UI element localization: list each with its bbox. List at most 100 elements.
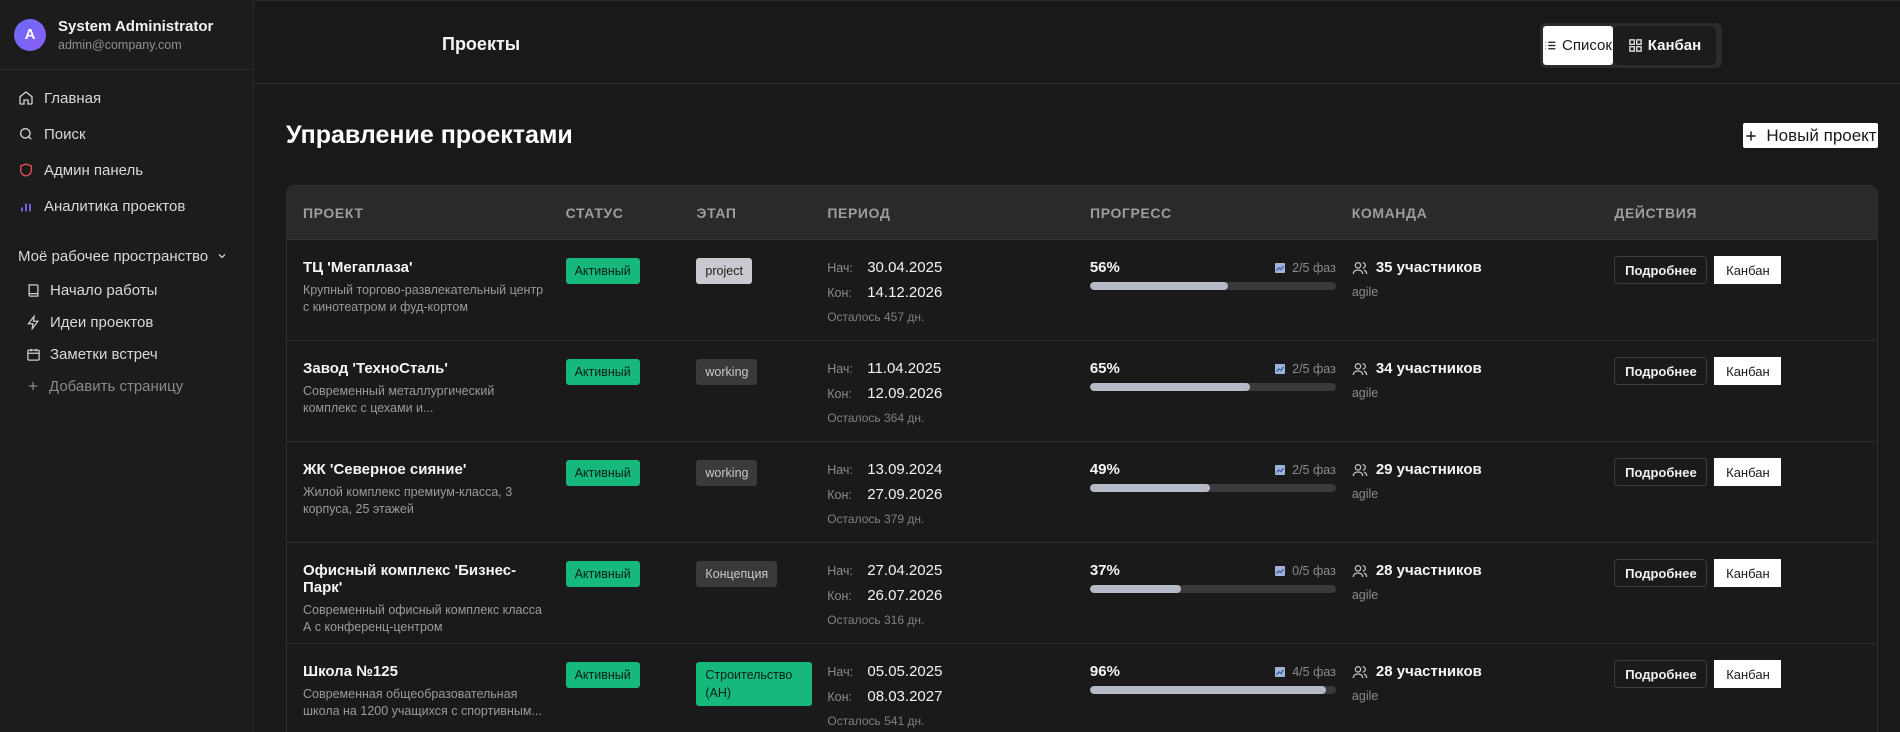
nav-item-search[interactable]: Поиск <box>0 116 253 152</box>
team-methodology: agile <box>1351 487 1379 501</box>
end-label: Кон: <box>827 488 852 502</box>
add-page-button[interactable]: Добавить страницу <box>0 370 253 402</box>
user-name: System Administrator <box>58 17 214 35</box>
user-email: admin@company.com <box>58 37 182 52</box>
top-bar: Проекты Список Канбан <box>254 0 1900 84</box>
nav-item-label: Главная <box>44 89 102 107</box>
stage-badge: working <box>696 460 758 486</box>
project-name[interactable]: Завод 'ТехноСталь' <box>303 360 550 377</box>
period-cell: Нач: 11.04.2025 Кон: 12.09.2026 Осталось… <box>811 341 1074 441</box>
column-header-period[interactable]: ПЕРИОД <box>811 205 1074 221</box>
team-methodology: agile <box>1351 588 1379 602</box>
stage-badge: Строительство (АН) <box>696 662 813 706</box>
kanban-view-button[interactable]: Канбан <box>1613 26 1716 65</box>
row-kanban-button[interactable]: Канбан <box>1714 256 1782 284</box>
stage-cell: project <box>680 240 811 340</box>
nav-item-admin[interactable]: Админ панель <box>0 152 253 188</box>
main-nav: Главная Поиск Админ панель Аналитика про… <box>0 70 253 224</box>
table-row[interactable]: Офисный комплекс 'Бизнес-Парк' Современн… <box>287 543 1877 644</box>
progress-cell: 65% 2/5 фаз <box>1074 341 1336 441</box>
row-kanban-button[interactable]: Канбан <box>1714 458 1782 486</box>
trend-chart-icon <box>1275 363 1286 374</box>
phase-count: 2/5 фаз <box>1274 261 1336 275</box>
row-kanban-button[interactable]: Канбан <box>1714 357 1782 385</box>
column-header-progress[interactable]: ПРОГРЕСС <box>1074 205 1336 221</box>
project-cell: Школа №125 Современная общеобразовательн… <box>287 644 550 732</box>
calendar-icon <box>27 348 40 361</box>
add-page-label: Добавить страницу <box>49 377 184 395</box>
team-methodology: agile <box>1351 386 1379 400</box>
team-count: 34 участников <box>1375 360 1482 377</box>
table-row[interactable]: ЖК 'Северное сияние' Жилой комплекс прем… <box>287 442 1877 543</box>
project-cell: ТЦ 'Мегаплаза' Крупный торгово-развлекат… <box>287 240 550 340</box>
details-button[interactable]: Подробнее <box>1614 256 1708 284</box>
nav-item-label: Аналитика проектов <box>44 197 186 215</box>
phase-count-text: 2/5 фаз <box>1292 260 1336 275</box>
table-header: ПРОЕКТ СТАТУС ЭТАП ПЕРИОД ПРОГРЕСС КОМАН… <box>287 186 1877 240</box>
nav-item-analytics[interactable]: Аналитика проектов <box>0 188 253 224</box>
row-kanban-button[interactable]: Канбан <box>1714 559 1782 587</box>
new-project-button[interactable]: Новый проект <box>1743 123 1878 148</box>
workspace-title: Моё рабочее пространство <box>18 247 209 265</box>
team-cell: 28 участников agile <box>1336 543 1599 643</box>
days-remaining: Осталось 364 дн. <box>827 411 925 425</box>
project-name[interactable]: Офисный комплекс 'Бизнес-Парк' <box>303 562 550 596</box>
project-name[interactable]: Школа №125 <box>303 663 550 680</box>
project-name[interactable]: ТЦ 'Мегаплаза' <box>303 259 550 276</box>
details-button[interactable]: Подробнее <box>1614 559 1708 587</box>
plus-icon <box>28 381 38 391</box>
shield-icon <box>20 163 32 177</box>
table-row[interactable]: Завод 'ТехноСталь' Современный металлург… <box>287 341 1877 442</box>
column-header-status[interactable]: СТАТУС <box>550 205 681 221</box>
search-icon <box>20 128 32 140</box>
workspace-item-getting-started[interactable]: Начало работы <box>0 274 253 306</box>
table-row[interactable]: Школа №125 Современная общеобразовательн… <box>287 644 1877 732</box>
project-name[interactable]: ЖК 'Северное сияние' <box>303 461 550 478</box>
actions-cell: Подробнее Канбан <box>1598 341 1877 441</box>
status-cell: Активный <box>550 543 681 643</box>
workspace-header[interactable]: Моё рабочее пространство <box>0 238 253 274</box>
progress-bar <box>1089 383 1336 391</box>
nav-item-label: Поиск <box>44 125 86 143</box>
user-profile[interactable]: A System Administrator admin@company.com <box>0 0 253 70</box>
nav-item-home[interactable]: Главная <box>0 80 253 116</box>
stage-cell: Строительство (АН) <box>680 644 813 732</box>
end-date: 14.12.2026 <box>867 284 943 301</box>
details-button[interactable]: Подробнее <box>1614 458 1708 486</box>
team-methodology: agile <box>1351 689 1379 703</box>
status-badge: Активный <box>565 258 640 284</box>
progress-bar-fill <box>1089 585 1181 593</box>
start-date: 13.09.2024 <box>867 461 943 478</box>
list-view-label: Список <box>1562 37 1612 54</box>
stage-cell: Концепция <box>680 543 811 643</box>
progress-bar-fill <box>1089 686 1327 694</box>
column-header-project[interactable]: ПРОЕКТ <box>287 205 550 221</box>
list-view-button[interactable]: Список <box>1543 26 1613 65</box>
details-button[interactable]: Подробнее <box>1614 357 1708 385</box>
start-date: 30.04.2025 <box>867 259 943 276</box>
users-icon <box>1352 564 1368 577</box>
table-row[interactable]: ТЦ 'Мегаплаза' Крупный торгово-развлекат… <box>287 240 1877 341</box>
chevron-down-icon <box>218 254 226 259</box>
row-kanban-button[interactable]: Канбан <box>1714 660 1782 688</box>
column-header-team[interactable]: КОМАНДА <box>1336 205 1599 221</box>
end-date: 27.09.2026 <box>867 486 943 503</box>
new-project-label: Новый проект <box>1766 125 1877 145</box>
status-cell: Активный <box>550 341 681 441</box>
start-date: 11.04.2025 <box>867 360 942 377</box>
end-label: Кон: <box>827 690 852 704</box>
progress-percent: 49% <box>1089 461 1120 478</box>
status-cell: Активный <box>550 442 681 542</box>
sidebar: A System Administrator admin@company.com… <box>0 0 254 732</box>
view-toggle: Список Канбан <box>1540 23 1722 68</box>
stage-badge: project <box>696 258 752 284</box>
column-header-stage[interactable]: ЭТАП <box>681 205 812 221</box>
workspace-item-ideas[interactable]: Идеи проектов <box>0 306 253 338</box>
details-button[interactable]: Подробнее <box>1614 660 1708 688</box>
workspace-item-meeting-notes[interactable]: Заметки встреч <box>0 338 253 370</box>
end-date: 08.03.2027 <box>867 688 943 705</box>
progress-percent: 56% <box>1089 259 1120 276</box>
progress-cell: 49% 2/5 фаз <box>1074 442 1336 542</box>
grid-icon <box>1629 39 1642 52</box>
end-label: Кон: <box>827 286 852 300</box>
